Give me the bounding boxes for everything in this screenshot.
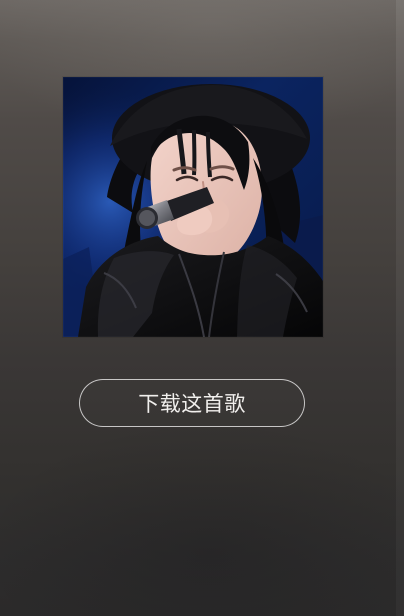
background-blur-bottom — [0, 420, 404, 616]
download-song-button[interactable]: 下载这首歌 — [79, 379, 305, 427]
album-cover — [63, 77, 323, 337]
screen-right-edge — [396, 0, 404, 616]
music-download-screen: 下载这首歌 — [0, 0, 404, 616]
singer-photo-icon — [63, 77, 323, 337]
